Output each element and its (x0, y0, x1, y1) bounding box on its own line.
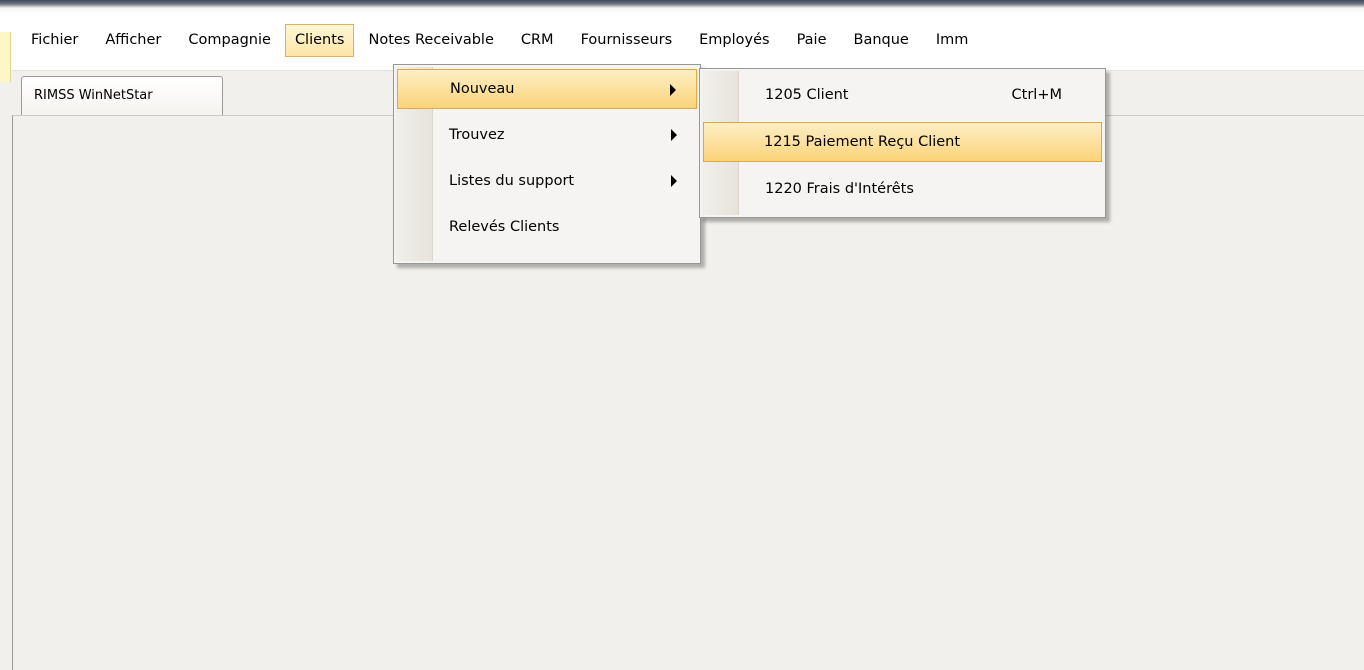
menu-fournisseurs[interactable]: Fournisseurs (568, 24, 686, 57)
menu-employes[interactable]: Employés (686, 24, 782, 57)
menu-immobilisations[interactable]: Imm (923, 24, 982, 57)
menu-banque[interactable]: Banque (841, 24, 922, 57)
menu-compagnie[interactable]: Compagnie (175, 24, 284, 57)
shortcut-label: Ctrl+M (1011, 87, 1062, 103)
submenu-item-1215-paiement-recu-client[interactable]: 1215 Paiement Reçu Client (703, 122, 1102, 162)
menu-clients[interactable]: Clients (284, 23, 355, 57)
menu-bar: Fichier Afficher Compagnie Clients Notes… (0, 14, 1364, 82)
menu-fichier[interactable]: Fichier (18, 24, 91, 57)
window-top-edge (0, 0, 1364, 14)
menu-bar-grip (0, 32, 11, 82)
menu-items: Fichier Afficher Compagnie Clients Notes… (18, 22, 982, 58)
clients-menu-item-releves-clients[interactable]: Relevés Clients (397, 207, 697, 247)
clients-menu-item-label: Nouveau (450, 81, 515, 97)
submenu-arrow-icon (671, 175, 677, 187)
submenu-item-1205-client[interactable]: 1205 Client Ctrl+M (703, 75, 1102, 115)
submenu-item-label: 1215 Paiement Reçu Client (764, 134, 961, 150)
clients-menu: Nouveau Trouvez Listes du support Relevé… (393, 64, 701, 264)
submenu-item-label: 1220 Frais d'Intérêts (765, 181, 914, 197)
tab-rimss-winnetstar[interactable]: RIMSS WinNetStar (21, 76, 223, 116)
clients-menu-item-nouveau[interactable]: Nouveau (397, 69, 697, 109)
submenu-arrow-icon (671, 129, 677, 141)
clients-menu-item-label: Relevés Clients (449, 219, 560, 235)
app-window: Fichier Afficher Compagnie Clients Notes… (0, 0, 1364, 670)
clients-menu-item-label: Trouvez (449, 127, 505, 143)
clients-menu-item-label: Listes du support (449, 173, 575, 189)
menu-paie[interactable]: Paie (784, 24, 840, 57)
submenu-item-1220-frais-interets[interactable]: 1220 Frais d'Intérêts (703, 169, 1102, 209)
submenu-arrow-icon (670, 84, 676, 96)
menu-crm[interactable]: CRM (508, 24, 567, 57)
submenu-item-label: 1205 Client (765, 87, 849, 103)
clients-menu-item-listes-du-support[interactable]: Listes du support (397, 161, 697, 201)
menu-afficher[interactable]: Afficher (92, 24, 174, 57)
nouveau-submenu: 1205 Client Ctrl+M 1215 Paiement Reçu Cl… (699, 68, 1106, 218)
menu-notes-receivable[interactable]: Notes Receivable (355, 24, 506, 57)
clients-menu-item-trouvez[interactable]: Trouvez (397, 115, 697, 155)
